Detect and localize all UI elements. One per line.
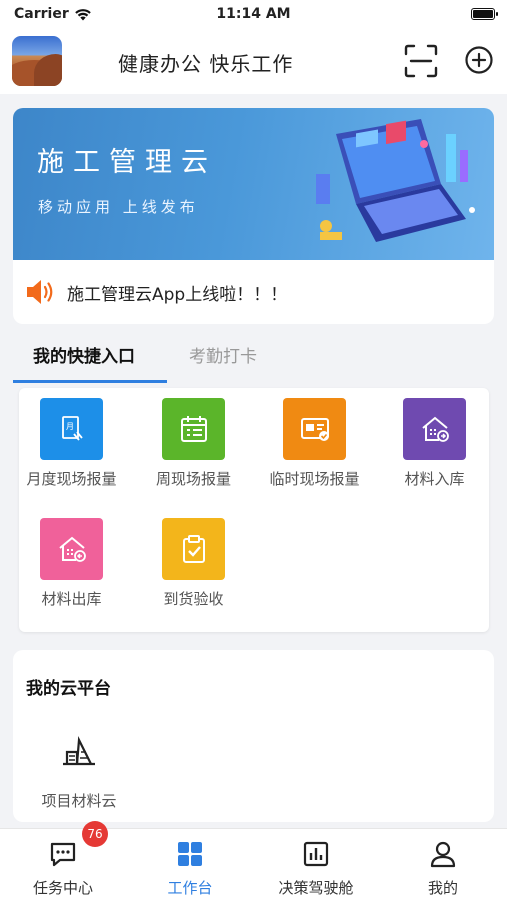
laptop-illustration-icon — [316, 119, 475, 242]
clipboard-check-icon — [162, 518, 225, 580]
status-bar: Carrier 11:14 AM — [0, 0, 507, 28]
bottom-tab-bar: 76 任务中心 工作台 决策驾驶舱 我的 — [0, 821, 507, 900]
banner-title: 施工管理云 — [37, 147, 217, 178]
warehouse-out-icon — [40, 518, 103, 580]
quick-entry-card: 月 月度现场报量 周现场报量 临时现场报量 材料入库 材料出库 到货验收 — [19, 388, 489, 632]
quick-entry-label: 周现场报量 — [155, 470, 231, 488]
banner-card: 施工管理云 移动应用 上线发布 施工管理云App上线啦！！！ — [13, 108, 494, 324]
user-icon — [430, 841, 456, 868]
tab-attendance[interactable]: 考勤打卡 — [189, 342, 257, 367]
tab-quick-entry[interactable]: 我的快捷入口 — [33, 342, 135, 367]
calendar-icon — [162, 398, 225, 460]
warehouse-in-icon — [403, 398, 466, 460]
quick-entry-temporary-report[interactable]: 临时现场报量 — [256, 398, 373, 489]
app-header: 健康办公 快乐工作 — [0, 28, 507, 94]
cloud-platform-card: 我的云平台 项目材料云 — [13, 650, 494, 822]
quick-entry-material-in[interactable]: 材料入库 — [376, 398, 493, 489]
tabbar-label: 工作台 — [167, 879, 213, 897]
tab-indicator — [13, 380, 167, 383]
tabbar-profile[interactable]: 我的 — [380, 829, 506, 900]
tabbar-task-center[interactable]: 76 任务中心 — [0, 821, 126, 900]
tabbar-label: 决策驾驶舱 — [278, 879, 354, 897]
quick-entry-label: 月度现场报量 — [26, 470, 117, 488]
banner[interactable]: 施工管理云 移动应用 上线发布 — [13, 108, 494, 260]
speaker-icon — [27, 280, 53, 304]
scan-icon[interactable] — [404, 44, 438, 78]
notification-badge: 76 — [82, 821, 108, 847]
tabbar-dashboard[interactable]: 决策驾驶舱 — [253, 829, 379, 900]
id-card-icon — [283, 398, 346, 460]
cloud-item-label: 项目材料云 — [41, 792, 117, 810]
quick-entry-label: 材料入库 — [404, 470, 465, 488]
tab-bar: 我的快捷入口 考勤打卡 — [13, 330, 494, 385]
clock: 11:14 AM — [216, 6, 291, 22]
bar-chart-icon — [303, 841, 329, 867]
notice-text: 施工管理云App上线啦！！！ — [67, 284, 288, 305]
chat-icon — [50, 842, 76, 867]
cloud-item-material[interactable]: 项目材料云 — [23, 734, 135, 811]
quick-entry-material-out[interactable]: 材料出库 — [13, 518, 130, 609]
grid-icon — [178, 842, 202, 866]
svg-text:月: 月 — [66, 422, 74, 431]
quick-entry-weekly-report[interactable]: 周现场报量 — [135, 398, 252, 489]
banner-subtitle: 移动应用 上线发布 — [38, 198, 199, 216]
quick-entry-monthly-report[interactable]: 月 月度现场报量 — [13, 398, 130, 489]
tabbar-workbench[interactable]: 工作台 — [127, 829, 253, 900]
battery-icon — [471, 8, 498, 20]
quick-entry-arrival-check[interactable]: 到货验收 — [135, 518, 252, 609]
cloud-platform-title: 我的云平台 — [26, 679, 111, 699]
avatar[interactable] — [12, 36, 62, 86]
tabbar-label: 我的 — [427, 879, 458, 897]
add-icon[interactable] — [464, 45, 494, 75]
notice-bar[interactable]: 施工管理云App上线啦！！！ — [13, 260, 494, 324]
page-title: 健康办公 快乐工作 — [118, 52, 294, 76]
monthly-report-icon: 月 — [40, 398, 103, 460]
material-cloud-icon — [63, 735, 95, 766]
quick-entry-label: 到货验收 — [163, 590, 224, 608]
quick-entry-label: 临时现场报量 — [269, 470, 360, 488]
tabbar-label: 任务中心 — [32, 879, 93, 897]
quick-entry-label: 材料出库 — [41, 590, 102, 608]
